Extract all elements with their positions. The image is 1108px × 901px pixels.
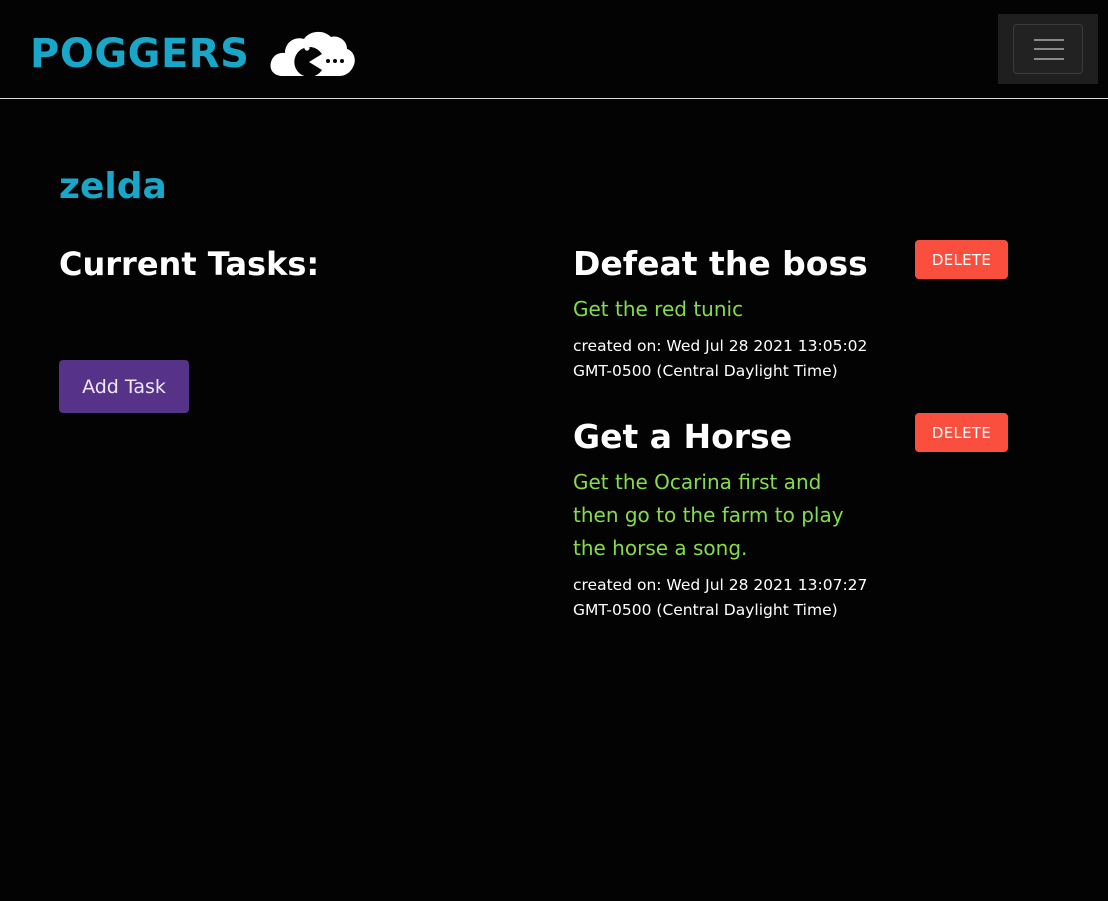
brand-link[interactable]: POGGERS	[30, 30, 356, 78]
current-tasks-heading: Current Tasks:	[59, 245, 320, 283]
task-description: Get the red tunic	[573, 297, 744, 321]
task-created-date: created on: Wed Jul 28 2021 13:07:27 GMT…	[573, 576, 868, 619]
delete-task-button[interactable]: DELETE	[915, 240, 1008, 279]
add-task-button[interactable]: Add Task	[59, 360, 189, 413]
brand-name: POGGERS	[30, 31, 250, 77]
task-description: Get the Ocarina first and then go to the…	[573, 470, 844, 560]
task-title: Get a Horse	[573, 417, 793, 456]
task-created-date: created on: Wed Jul 28 2021 13:05:02 GMT…	[573, 337, 868, 380]
navbar-toggler-container	[998, 14, 1098, 84]
task-title: Defeat the boss	[573, 244, 868, 283]
navbar: POGGERS	[0, 0, 1108, 99]
username-heading: zelda	[59, 166, 167, 207]
cloud-pacman-icon	[270, 31, 356, 77]
hamburger-menu-icon[interactable]	[1013, 24, 1083, 74]
delete-task-button[interactable]: DELETE	[915, 413, 1008, 452]
